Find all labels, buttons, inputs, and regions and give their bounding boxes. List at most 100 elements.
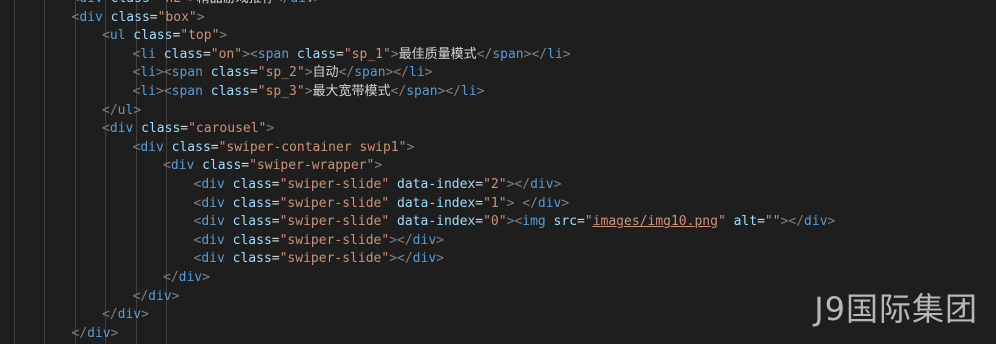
code-token: > </	[506, 195, 538, 211]
code-token: div	[537, 195, 562, 211]
code-token: </	[163, 270, 179, 285]
code-token: ></	[385, 65, 410, 81]
code-token: li	[461, 84, 477, 99]
code-line: <div class="carousel">	[102, 120, 274, 139]
code-token: >	[171, 288, 180, 304]
code-token: li	[409, 65, 425, 81]
code-token: =	[180, 121, 189, 137]
code-line: <div class="swiper-slide" data-index="2"…	[194, 176, 562, 195]
code-token: class	[224, 214, 272, 230]
code-token: </	[338, 65, 355, 81]
code-token: ></	[523, 46, 548, 62]
code-line: <div class="swiper-slide" data-index="1"…	[194, 195, 570, 214]
code-token: img	[522, 214, 546, 230]
code-token: <	[102, 121, 110, 137]
code-token: "sp_3"	[257, 84, 305, 99]
code-token: =	[249, 84, 258, 99]
code-token: src	[545, 214, 578, 230]
code-token: class	[133, 121, 181, 137]
watermark-text: J9国际集团	[814, 290, 978, 328]
code-token: "0"	[483, 214, 507, 230]
code-line: <div class="swiper-slide"></div>	[194, 250, 444, 269]
code-token: "swiper-wrapper"	[249, 158, 375, 174]
code-line: </div>	[163, 269, 210, 288]
code-token: >	[561, 195, 570, 211]
code-token: div	[290, 0, 313, 6]
code-token: >	[374, 158, 383, 174]
code-token: li	[140, 46, 156, 62]
code-token: </	[71, 325, 88, 341]
code-token: <	[163, 158, 171, 174]
code-token: >	[562, 46, 571, 62]
code-token: ></	[780, 214, 805, 230]
code-token: ul	[117, 102, 134, 118]
code-token: span	[406, 84, 438, 99]
code-line: <div class="swiper-wrapper">	[163, 157, 382, 176]
code-token: "swiper-slide"	[279, 232, 390, 248]
code-token: =	[150, 0, 158, 6]
code-token: div	[201, 177, 225, 192]
code-token: "1"	[483, 195, 507, 211]
code-token: span	[257, 46, 290, 62]
code-token: div	[201, 232, 225, 248]
code-token: >	[390, 46, 399, 62]
code-token: 精品游戏推荐	[197, 0, 275, 6]
code-line: <div class="box">	[72, 9, 205, 28]
code-token: images/img10.png	[592, 214, 718, 230]
code-token: class	[202, 84, 250, 99]
code-token: =	[475, 177, 484, 192]
code-line: <li><span class="sp_3">最大宽带模式</span></li…	[133, 83, 485, 102]
code-token: "swiper-slide"	[279, 177, 390, 192]
code-token: class	[103, 0, 150, 6]
code-token: >	[476, 84, 485, 99]
code-token: div	[804, 214, 828, 230]
code-line: <li><span class="sp_2">自动</span></li>	[133, 64, 433, 83]
code-token: </	[132, 288, 149, 304]
code-token: "sp_1"	[343, 46, 391, 62]
code-token: =	[241, 158, 250, 174]
code-token: "swiper-slide"	[279, 214, 390, 230]
code-token: =	[271, 177, 280, 192]
code-token: >	[406, 139, 415, 155]
indent-guide	[105, 0, 106, 344]
code-token: =	[271, 251, 280, 267]
code-token: =	[577, 214, 585, 230]
code-line: <div class="swiper-container swip1">	[133, 139, 415, 158]
code-token: >	[110, 325, 119, 341]
code-token: 自动	[312, 65, 339, 81]
code-token: span	[171, 65, 203, 81]
code-token: class	[155, 46, 203, 62]
code-token: >	[314, 0, 322, 6]
code-token: =	[757, 214, 765, 230]
code-token: div	[87, 325, 111, 341]
code-token: ></	[389, 251, 413, 267]
indent-guide	[44, 0, 45, 344]
code-token: </	[476, 46, 493, 62]
code-token: ><	[242, 46, 258, 62]
code-token: class	[102, 9, 150, 25]
code-token: ></	[389, 232, 413, 248]
code-token: >	[133, 102, 142, 118]
code-token: >	[266, 121, 275, 137]
code-token: class	[224, 232, 272, 248]
code-token: "	[584, 214, 593, 230]
code-line: </ul>	[102, 102, 141, 121]
code-token: ><	[155, 65, 172, 81]
code-token: >	[436, 232, 444, 248]
code-token: li	[140, 84, 156, 99]
code-token: ></	[437, 84, 462, 99]
code-token: "swiper-container swip1"	[218, 139, 407, 155]
code-token: >	[141, 307, 149, 323]
code-line: <ul class="top">	[102, 27, 227, 46]
code-token: =	[149, 9, 158, 25]
code-token: "swiper-slide"	[279, 195, 390, 211]
code-line: </div>	[133, 288, 180, 307]
code-token: class	[289, 46, 337, 62]
code-token: </	[102, 102, 118, 118]
code-token: "top"	[180, 28, 220, 44]
code-token: >	[304, 84, 313, 99]
code-token: "swiper-slide"	[279, 251, 390, 267]
code-token: =	[336, 46, 344, 62]
code-token: =	[249, 65, 258, 81]
code-token: >	[304, 65, 313, 81]
